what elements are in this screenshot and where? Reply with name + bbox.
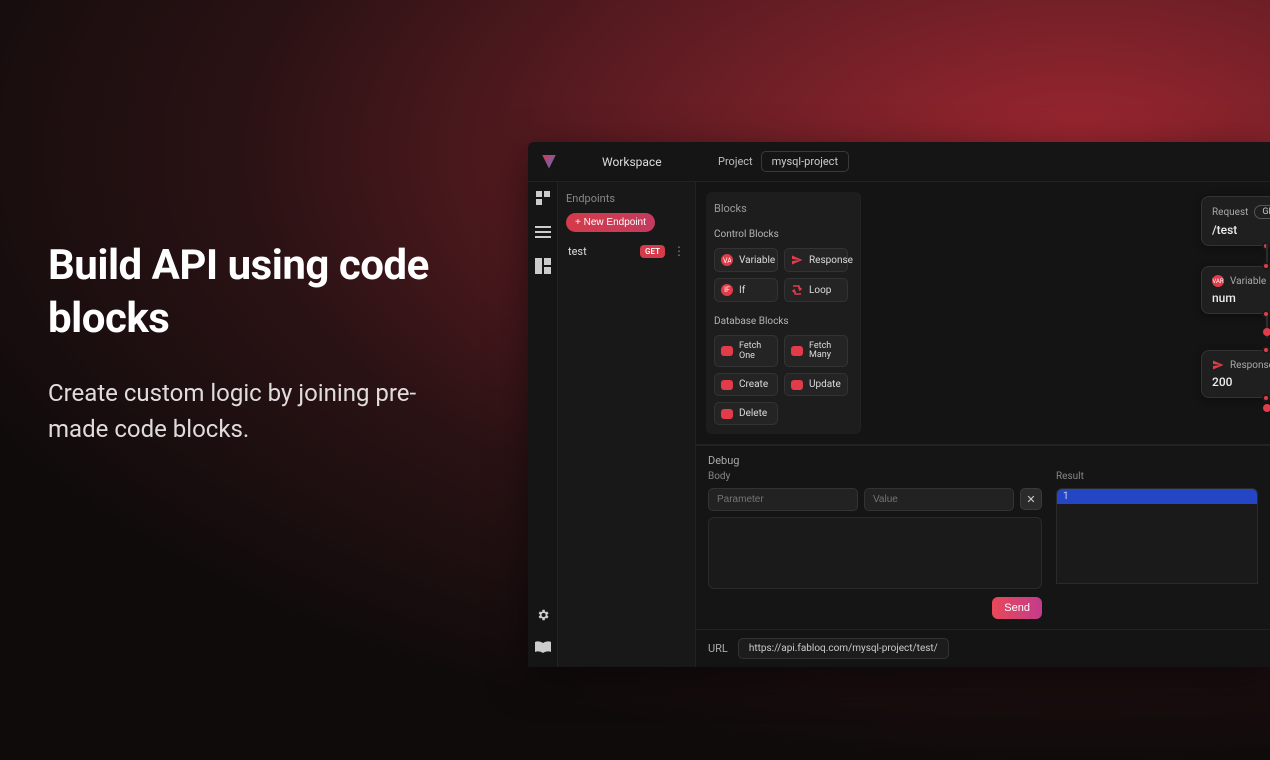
db-icon (721, 346, 733, 356)
block-fetch-one[interactable]: Fetch One (714, 335, 778, 367)
result-line-number: 1 (1063, 491, 1069, 502)
send-button[interactable]: Send (992, 597, 1042, 619)
endpoint-name: test (568, 245, 587, 258)
nav-list-icon[interactable] (535, 224, 551, 240)
node-value: /test (1212, 223, 1270, 237)
nav-endpoints-icon[interactable] (535, 190, 551, 206)
result-box: 1 (1056, 488, 1258, 584)
remove-param-button[interactable]: ✕ (1020, 488, 1042, 510)
port-out-icon[interactable] (1262, 394, 1270, 402)
variable-icon: VAR (1212, 275, 1224, 287)
node-title: Request (1212, 207, 1248, 218)
node-response[interactable]: Response 200 (1201, 350, 1270, 398)
endpoint-row[interactable]: test GET ⋮ (566, 240, 687, 262)
port-in-icon[interactable] (1262, 262, 1270, 270)
blocks-panel: Blocks Control Blocks VAR Variable Respo… (706, 192, 861, 434)
appbar: Workspace Project mysql-project (528, 142, 1270, 182)
docs-icon[interactable] (535, 639, 551, 655)
debug-result-label: Result (1056, 471, 1258, 482)
project-label: Project (718, 155, 753, 168)
debug-heading: Debug (708, 454, 1258, 467)
nav-layout-icon[interactable] (535, 258, 551, 274)
block-variable[interactable]: VAR Variable (714, 248, 778, 272)
url-bar: URL https://api.fabloq.com/mysql-project… (696, 629, 1270, 667)
app-logo-icon (542, 155, 556, 169)
endpoint-url[interactable]: https://api.fabloq.com/mysql-project/tes… (738, 638, 949, 659)
block-label: Fetch Many (809, 342, 841, 360)
block-response[interactable]: Response (784, 248, 848, 272)
hero-subtitle: Create custom logic by joining pre-made … (48, 375, 468, 447)
node-method-chip: GET (1254, 205, 1270, 219)
send-icon (1212, 359, 1224, 371)
group-control-title: Control Blocks (714, 229, 852, 240)
block-label: Update (809, 379, 841, 390)
block-label: Delete (739, 408, 767, 419)
connector-dot-icon (1263, 404, 1270, 412)
endpoint-method-badge: GET (640, 245, 665, 258)
send-icon (791, 254, 803, 266)
endpoint-menu-icon[interactable]: ⋮ (673, 244, 685, 258)
debug-body-label: Body (708, 471, 1042, 482)
block-label: Create (739, 379, 768, 390)
param-value-input[interactable] (864, 488, 1014, 511)
block-label: Response (809, 255, 853, 266)
db-icon (721, 409, 733, 419)
block-label: Fetch One (739, 341, 771, 361)
nav-rail (528, 182, 558, 667)
hero-title: Build API using code blocks (48, 240, 468, 345)
block-create[interactable]: Create (714, 373, 778, 396)
variable-icon: VAR (721, 254, 733, 266)
block-delete[interactable]: Delete (714, 402, 778, 425)
db-icon (791, 380, 803, 390)
endpoints-heading: Endpoints (566, 192, 687, 205)
db-icon (791, 346, 803, 356)
node-title: Response (1230, 360, 1270, 371)
port-in-icon[interactable] (1262, 346, 1270, 354)
block-label: Loop (809, 285, 831, 296)
node-value: num (1212, 291, 1270, 305)
db-icon (721, 380, 733, 390)
svg-text:VAR: VAR (723, 257, 731, 264)
connector-dot-icon (1263, 328, 1270, 336)
block-loop[interactable]: Loop (784, 278, 848, 302)
block-if[interactable]: IF If (714, 278, 778, 302)
block-update[interactable]: Update (784, 373, 848, 396)
param-key-input[interactable] (708, 488, 858, 511)
node-title: Variable (1230, 276, 1266, 287)
app-window: Workspace Project mysql-project (528, 142, 1270, 667)
new-endpoint-button[interactable]: + New Endpoint (566, 213, 655, 232)
blocks-heading: Blocks (714, 202, 852, 215)
if-icon: IF (721, 284, 733, 296)
group-database-title: Database Blocks (714, 316, 852, 327)
block-label: If (739, 285, 745, 296)
settings-icon[interactable] (535, 607, 551, 623)
block-label: Variable (739, 255, 775, 266)
flow-canvas[interactable]: Request GET /test VAR Variable num (861, 182, 1270, 444)
endpoints-sidebar: Endpoints + New Endpoint test GET ⋮ (558, 182, 696, 667)
node-request[interactable]: Request GET /test (1201, 196, 1270, 246)
workspace-label: Workspace (602, 155, 662, 169)
block-fetch-many[interactable]: Fetch Many (784, 335, 848, 367)
node-value: 200 (1212, 375, 1270, 389)
project-selector[interactable]: mysql-project (761, 151, 849, 172)
loop-icon (791, 284, 803, 296)
request-body-box[interactable] (708, 517, 1042, 589)
node-variable[interactable]: VAR Variable num (1201, 266, 1270, 314)
debug-panel: Debug Body ✕ Send Result (696, 445, 1270, 629)
url-label: URL (708, 642, 728, 655)
